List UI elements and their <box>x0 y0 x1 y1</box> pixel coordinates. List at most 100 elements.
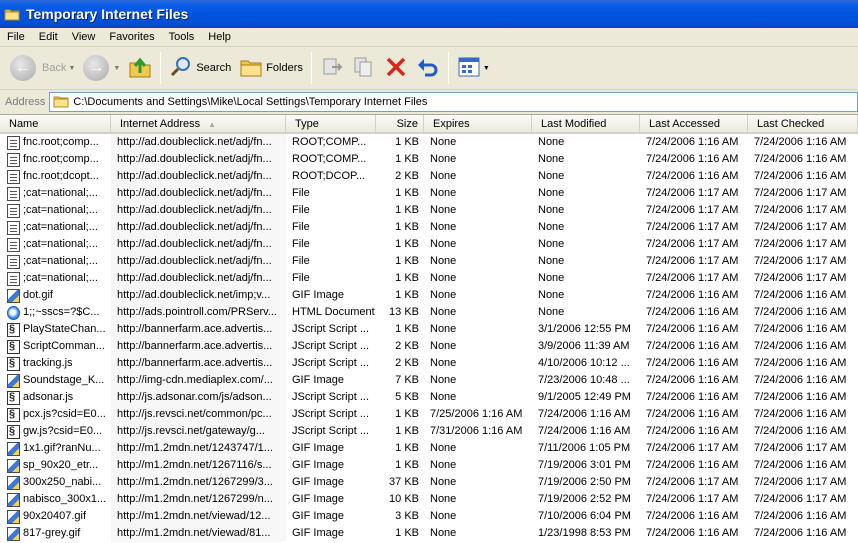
menu-view[interactable]: View <box>65 28 103 47</box>
last-accessed-cell: 7/24/2006 1:16 AM <box>646 357 739 369</box>
views-button[interactable]: ▼ <box>453 50 494 86</box>
last-checked-cell: 7/24/2006 1:16 AM <box>754 289 847 301</box>
file-name-cell: 1;;~sscs=?$C... <box>0 304 111 321</box>
table-row[interactable]: 1x1.gif?ranNu... http://m1.2mdn.net/12437… <box>0 440 858 457</box>
table-row[interactable]: fnc.root;comp... http://ad.doubleclick.ne… <box>0 151 858 168</box>
menu-edit[interactable]: Edit <box>32 28 65 47</box>
gif-image-icon <box>7 458 20 473</box>
table-row[interactable]: tracking.js http://bannerfarm.ace.adverti… <box>0 355 858 372</box>
file-name-cell: ;cat=national;... <box>0 185 111 202</box>
file-name-cell: 1x1.gif?ranNu... <box>0 440 111 457</box>
address-field[interactable]: C:\Documents and Settings\Mike\Local Set… <box>49 92 858 112</box>
file-size-cell: 1 KB <box>395 255 419 267</box>
last-modified-cell: None <box>538 153 565 165</box>
back-button[interactable]: ← Back ▼ <box>6 50 79 86</box>
table-row[interactable]: ;cat=national;... http://ad.doubleclick.n… <box>0 202 858 219</box>
last-modified-cell: 7/23/2006 10:48 ... <box>538 374 630 386</box>
column-header-last-modified[interactable]: Last Modified <box>532 115 640 134</box>
table-row[interactable]: fnc.root;dcopt... http://ad.doubleclick.n… <box>0 168 858 185</box>
expires-cell: None <box>430 136 457 148</box>
copy-to-button[interactable] <box>348 50 380 86</box>
column-header-last-accessed[interactable]: Last Accessed <box>640 115 748 134</box>
last-modified-cell: None <box>538 136 565 148</box>
file-size-cell: 1 KB <box>395 442 419 454</box>
forward-button[interactable]: → ▼ <box>79 50 124 86</box>
table-row[interactable]: PlayStateChan... http://bannerfarm.ace.ad… <box>0 321 858 338</box>
file-name-text: nabisco_300x1... <box>23 493 107 505</box>
back-label: Back <box>42 62 67 74</box>
table-row[interactable]: 90x20407.gif http://m1.2mdn.net/viewad/12… <box>0 508 858 525</box>
file-name-text: sp_90x20_etr... <box>23 459 99 471</box>
table-row[interactable]: ;cat=national;... http://ad.doubleclick.n… <box>0 253 858 270</box>
table-row[interactable]: ;cat=national;... http://ad.doubleclick.n… <box>0 219 858 236</box>
menu-help[interactable]: Help <box>201 28 238 47</box>
table-row[interactable]: 817-grey.gif http://m1.2mdn.net/viewad/81… <box>0 525 858 542</box>
menu-favorites[interactable]: Favorites <box>102 28 161 47</box>
table-row[interactable]: ;cat=national;... http://ad.doubleclick.n… <box>0 185 858 202</box>
table-row[interactable]: 1;;~sscs=?$C... http://ads.pointroll.com/… <box>0 304 858 321</box>
column-header-size[interactable]: Size <box>376 115 424 134</box>
undo-button[interactable] <box>412 50 444 86</box>
column-header-name[interactable]: Name <box>0 115 111 134</box>
table-row[interactable]: ScriptComman... http://bannerfarm.ace.adv… <box>0 338 858 355</box>
file-type-cell: GIF Image <box>292 289 344 301</box>
last-accessed-cell: 7/24/2006 1:16 AM <box>646 153 739 165</box>
table-row[interactable]: fnc.root;comp... http://ad.doubleclick.ne… <box>0 134 858 151</box>
jscript-icon <box>7 355 20 372</box>
folders-icon <box>239 56 263 81</box>
file-name-cell: Soundstage_K... <box>0 372 111 389</box>
file-type-cell: JScript Script ... <box>292 391 370 403</box>
table-row[interactable]: pcx.js?csid=E0... http://js.revsci.net/co… <box>0 406 858 423</box>
last-modified-cell: 7/19/2006 2:52 PM <box>538 493 631 505</box>
file-name-text: 90x20407.gif <box>23 510 86 522</box>
menu-tools[interactable]: Tools <box>162 28 202 47</box>
last-modified-cell: None <box>538 221 565 233</box>
column-header-internet-address[interactable]: Internet Address ▲ <box>111 115 286 134</box>
search-icon <box>169 55 193 82</box>
table-row[interactable]: ;cat=national;... http://ad.doubleclick.n… <box>0 270 858 287</box>
file-type-cell: File <box>292 272 310 284</box>
up-folder-button[interactable] <box>124 50 156 86</box>
table-row[interactable]: adsonar.js http://js.adsonar.com/js/adson… <box>0 389 858 406</box>
table-row[interactable]: 300x250_nabi... http://m1.2mdn.net/126729… <box>0 474 858 491</box>
last-modified-cell: 7/10/2006 6:04 PM <box>538 510 631 522</box>
table-row[interactable]: nabisco_300x1... http://m1.2mdn.net/12672… <box>0 491 858 508</box>
up-folder-icon <box>128 55 152 82</box>
table-row[interactable]: ;cat=national;... http://ad.doubleclick.n… <box>0 236 858 253</box>
last-modified-cell: None <box>538 255 565 267</box>
internet-address-cell: http://bannerfarm.ace.advertis... <box>111 338 286 355</box>
back-arrow-icon: ← <box>10 55 36 81</box>
last-checked-cell: 7/24/2006 1:16 AM <box>754 170 847 182</box>
move-to-button[interactable] <box>316 50 348 86</box>
column-header-expires[interactable]: Expires <box>424 115 532 134</box>
expires-cell: None <box>430 340 457 352</box>
expires-cell: None <box>430 204 457 216</box>
last-modified-cell: 7/19/2006 2:50 PM <box>538 476 631 488</box>
file-list-view[interactable]: Name Internet Address ▲ Type Size Expires… <box>0 114 858 543</box>
column-header-last-checked[interactable]: Last Checked <box>748 115 858 134</box>
file-size-cell: 3 KB <box>395 510 419 522</box>
last-accessed-cell: 7/24/2006 1:17 AM <box>646 442 739 454</box>
file-name-cell: 90x20407.gif <box>0 508 111 525</box>
title-bar[interactable]: Temporary Internet Files <box>0 0 858 28</box>
column-header-type[interactable]: Type <box>286 115 376 134</box>
chevron-down-icon: ▼ <box>482 64 490 72</box>
search-button[interactable]: Search <box>165 50 235 86</box>
table-row[interactable]: Soundstage_K... http://img-cdn.mediaplex.… <box>0 372 858 389</box>
table-row[interactable]: gw.js?csid=E0... http://js.revsci.net/gat… <box>0 423 858 440</box>
last-checked-cell: 7/24/2006 1:16 AM <box>754 425 847 437</box>
file-type-cell: ROOT;DCOP... <box>292 170 366 182</box>
delete-button[interactable] <box>380 50 412 86</box>
address-bar: Address C:\Documents and Settings\Mike\L… <box>0 90 858 114</box>
table-row[interactable]: dot.gif http://ad.doubleclick.net/imp;v..… <box>0 287 858 304</box>
file-name-cell: adsonar.js <box>0 389 111 406</box>
expires-cell: 7/25/2006 1:16 AM <box>430 408 523 420</box>
file-icon <box>7 237 20 252</box>
file-type-cell: GIF Image <box>292 459 344 471</box>
menu-file[interactable]: File <box>0 28 32 47</box>
file-name-text: ;cat=national;... <box>23 238 98 250</box>
table-row[interactable]: sp_90x20_etr... http://m1.2mdn.net/126711… <box>0 457 858 474</box>
last-modified-cell: None <box>538 289 565 301</box>
file-size-cell: 1 KB <box>395 459 419 471</box>
folders-button[interactable]: Folders <box>235 50 307 86</box>
